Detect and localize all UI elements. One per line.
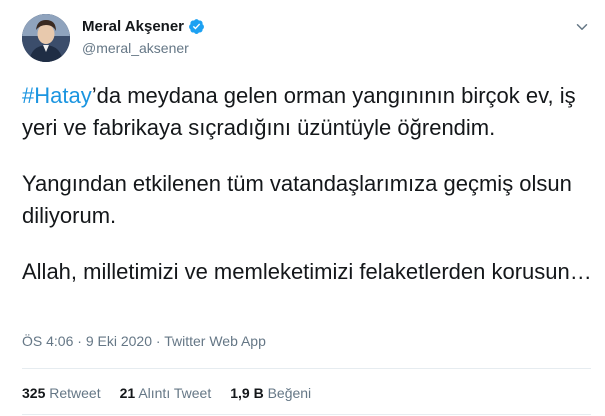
tweet-paragraph-text: ’da meydana gelen orman yangınının birço… (22, 83, 576, 140)
tweet-stats: 325 Retweet 21 Alıntı Tweet 1,9 B Beğeni (22, 385, 311, 401)
verified-badge-icon (188, 18, 205, 35)
retweet-count-label: Retweet (49, 385, 101, 401)
hashtag-link[interactable]: #Hatay (22, 83, 92, 108)
retweet-count-value: 325 (22, 385, 46, 401)
divider (22, 368, 591, 369)
tweet-card: Meral Akşener @meral_aksener #Hatay’da m… (0, 0, 605, 416)
tweet-time[interactable]: ÖS 4:06 (22, 333, 73, 349)
like-count[interactable]: 1,9 B Beğeni (230, 385, 311, 401)
meta-separator: · (77, 333, 82, 349)
tweet-text: #Hatay’da meydana gelen orman yangınının… (22, 80, 597, 288)
tweet-source[interactable]: Twitter Web App (164, 333, 266, 349)
tweet-meta: ÖS 4:06 · 9 Eki 2020 · Twitter Web App (22, 333, 266, 349)
tweet-paragraph: Allah, milletimizi ve memleketimizi fela… (22, 259, 592, 284)
quote-count-value: 21 (119, 385, 136, 401)
tweet-paragraph: #Hatay’da meydana gelen orman yangınının… (22, 80, 597, 144)
chevron-down-icon[interactable] (573, 18, 591, 36)
author-handle[interactable]: @meral_aksener (82, 40, 189, 56)
avatar-image (22, 14, 70, 62)
author-name-row: Meral Akşener (82, 18, 205, 35)
author-display-name[interactable]: Meral Akşener (82, 18, 184, 35)
quote-tweet-count[interactable]: 21 Alıntı Tweet (120, 385, 212, 401)
tweet-date[interactable]: 9 Eki 2020 (86, 333, 152, 349)
like-count-label: Beğeni (267, 385, 312, 401)
avatar[interactable] (22, 14, 70, 62)
retweet-count[interactable]: 325 Retweet (22, 385, 101, 401)
quote-count-label: Alıntı Tweet (138, 385, 212, 401)
like-count-value: 1,9 B (230, 385, 264, 401)
divider (22, 414, 591, 415)
meta-separator: · (155, 333, 161, 349)
tweet-paragraph: Yangından etkilenen tüm vatandaşlarımıza… (22, 171, 572, 228)
